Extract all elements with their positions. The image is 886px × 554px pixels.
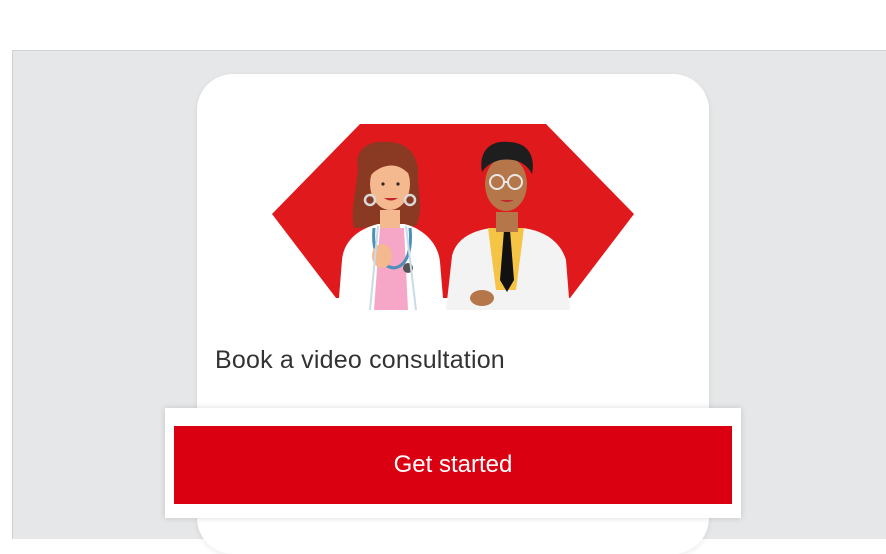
top-strip xyxy=(0,0,886,50)
consultation-title: Book a video consultation xyxy=(215,346,505,374)
get-started-button[interactable]: Get started xyxy=(174,426,732,504)
doctors-illustration-icon xyxy=(272,124,634,310)
